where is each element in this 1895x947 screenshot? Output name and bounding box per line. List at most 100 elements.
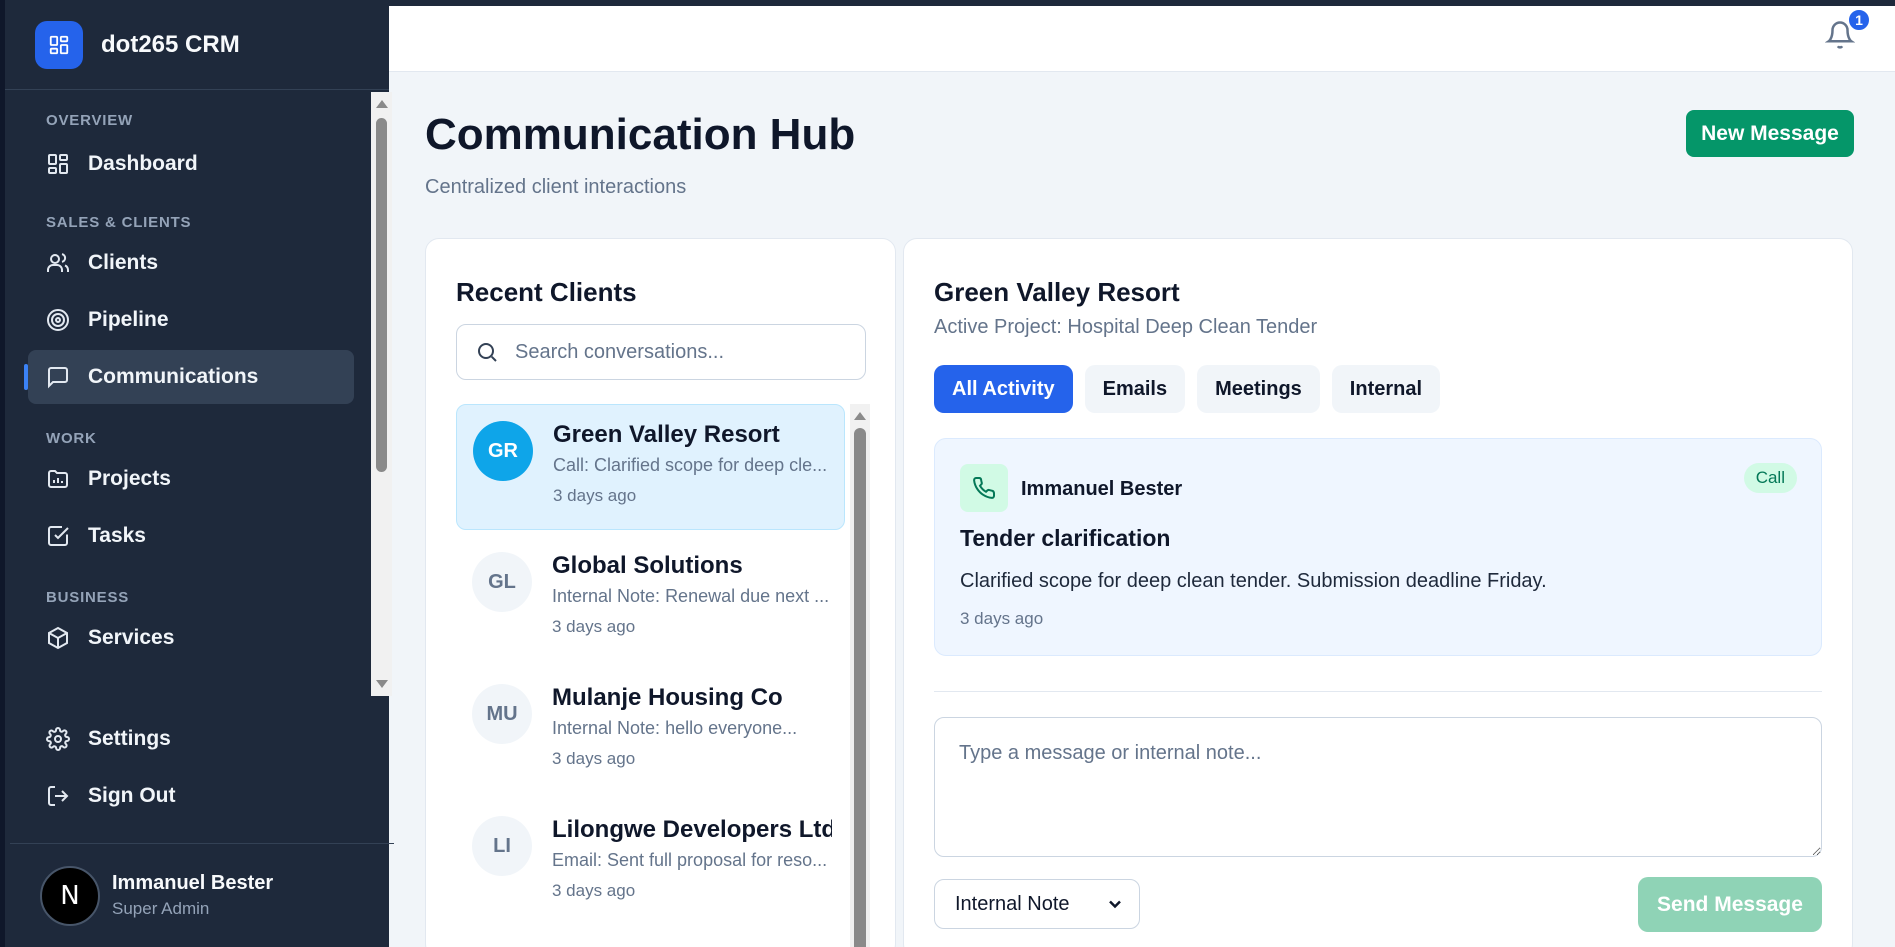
nav-section-sales-clients: SALES & CLIENTS — [46, 214, 192, 231]
sidebar: dot265 CRM OVERVIEW Dashboard SALES & CL… — [0, 0, 394, 947]
scroll-up-icon[interactable] — [376, 100, 388, 108]
dashboard-icon — [48, 154, 68, 174]
conversation-panel: Green Valley Resort Active Project: Hosp… — [903, 238, 1853, 947]
folder-chart-icon — [48, 470, 68, 488]
activity-body: Clarified scope for deep clean tender. S… — [960, 570, 1547, 592]
chevron-down-icon — [1109, 900, 1121, 909]
page-subtitle: Centralized client interactions — [425, 176, 687, 198]
sidebar-item-label: Communications — [88, 365, 259, 388]
activity-title: Tender clarification — [960, 525, 1171, 551]
user-profile[interactable]: N Immanuel Bester Super Admin — [10, 843, 394, 947]
recent-clients-panel: Recent Clients GR Green Valley Resort Ca… — [425, 238, 896, 947]
sidebar-item-clients[interactable]: Clients — [28, 236, 354, 290]
sidebar-item-label: Settings — [88, 727, 171, 750]
search-icon — [478, 343, 497, 362]
activity-tabs: All Activity Emails Meetings Internal — [934, 365, 1452, 413]
sidebar-item-label: Clients — [88, 251, 159, 274]
message-input[interactable] — [934, 717, 1822, 857]
sign-out-icon — [48, 786, 69, 806]
activity-card[interactable]: Immanuel Bester Call Tender clarificatio… — [934, 438, 1822, 656]
users-icon — [47, 253, 70, 272]
page-title: Communication Hub — [425, 110, 856, 159]
sidebar-bottom: Settings Sign Out — [10, 712, 394, 826]
new-message-button[interactable]: New Message — [1686, 110, 1854, 157]
sidebar-item-label: Projects — [88, 467, 171, 490]
sidebar-item-label: Tasks — [88, 524, 146, 547]
sidebar-scrollbar[interactable] — [371, 92, 392, 696]
scroll-up-icon[interactable] — [854, 412, 866, 420]
client-name: Mulanje Housing Co — [552, 684, 783, 711]
sidebar-item-settings[interactable]: Settings — [28, 712, 376, 766]
tab-emails[interactable]: Emails — [1084, 365, 1186, 413]
phone-icon — [960, 464, 1008, 512]
gear-icon — [46, 727, 70, 751]
sidebar-item-label: Pipeline — [88, 308, 169, 331]
list-item[interactable]: MU Mulanje Housing Co Internal Note: hel… — [456, 668, 845, 794]
client-time: 3 days ago — [552, 749, 636, 768]
user-name: Immanuel Bester — [112, 872, 274, 894]
tab-internal[interactable]: Internal — [1331, 365, 1441, 413]
nav-section-work: WORK — [46, 430, 97, 447]
target-icon — [47, 309, 69, 331]
client-list-scrollbar[interactable] — [850, 404, 870, 947]
list-item[interactable]: LI Lilongwe Developers Ltd Email: Sent f… — [456, 800, 845, 926]
conversation-client-name: Green Valley Resort — [934, 277, 1180, 307]
tab-all-activity[interactable]: All Activity — [934, 365, 1073, 413]
client-list[interactable]: GR Green Valley Resort Call: Clarified s… — [456, 404, 845, 932]
sidebar-item-communications[interactable]: Communications — [24, 350, 354, 404]
sidebar-item-pipeline[interactable]: Pipeline — [28, 293, 354, 347]
client-preview: Internal Note: hello everyone... — [552, 718, 798, 738]
scrollbar-thumb[interactable] — [376, 118, 387, 472]
client-preview: Email: Sent full proposal for reso... — [552, 850, 828, 870]
avatar: N — [40, 865, 100, 926]
notification-badge: 1 — [1847, 8, 1871, 32]
client-avatar: MU — [472, 684, 532, 744]
sidebar-item-label: Sign Out — [88, 784, 176, 807]
activity-time: 3 days ago — [960, 609, 1044, 628]
search-input[interactable] — [515, 340, 845, 364]
divider — [934, 691, 1822, 692]
activity-type-badge: Call — [1743, 463, 1797, 493]
sidebar-item-sign-out[interactable]: Sign Out — [28, 769, 376, 823]
top-bar: 1 — [389, 6, 1895, 72]
checkbox-icon — [48, 526, 69, 546]
app-name: dot265 CRM — [101, 30, 240, 58]
sidebar-nav[interactable]: OVERVIEW Dashboard SALES & CLIENTS Clien… — [10, 92, 372, 696]
client-avatar: GL — [472, 552, 532, 612]
sidebar-item-label: Services — [88, 626, 175, 649]
message-icon — [48, 367, 68, 389]
client-name: Lilongwe Developers Ltd — [552, 816, 832, 843]
scroll-down-icon[interactable] — [376, 680, 388, 688]
app-logo-icon — [35, 20, 83, 69]
nav-section-business: BUSINESS — [46, 589, 130, 606]
send-message-button[interactable]: Send Message — [1638, 877, 1822, 932]
list-item[interactable]: GR Green Valley Resort Call: Clarified s… — [456, 404, 845, 530]
activity-author: Immanuel Bester — [1021, 478, 1183, 500]
list-item[interactable]: GL Global Solutions Internal Note: Renew… — [456, 536, 845, 662]
client-time: 3 days ago — [553, 486, 637, 505]
package-icon — [48, 626, 68, 650]
tab-meetings[interactable]: Meetings — [1197, 365, 1320, 413]
user-role: Super Admin — [112, 899, 210, 918]
client-time: 3 days ago — [552, 881, 636, 900]
brand: dot265 CRM — [5, 0, 389, 90]
sidebar-item-projects[interactable]: Projects — [28, 452, 354, 506]
scrollbar-thumb[interactable] — [854, 428, 866, 947]
client-preview: Internal Note: Renewal due next ... — [552, 586, 830, 606]
panel-title: Recent Clients — [456, 277, 637, 307]
client-time: 3 days ago — [552, 617, 636, 636]
message-type-select[interactable]: Internal Note — [934, 879, 1140, 929]
active-project: Active Project: Hospital Deep Clean Tend… — [934, 316, 1318, 338]
sidebar-item-tasks[interactable]: Tasks — [28, 509, 354, 563]
message-type-value: Internal Note — [955, 892, 1070, 915]
sidebar-item-label: Dashboard — [88, 152, 198, 175]
client-avatar: GR — [473, 421, 533, 481]
sidebar-item-services[interactable]: Services — [28, 611, 354, 665]
client-name: Global Solutions — [552, 552, 743, 579]
client-avatar: LI — [472, 816, 532, 876]
client-name: Green Valley Resort — [553, 421, 780, 448]
sidebar-item-dashboard[interactable]: Dashboard — [28, 137, 354, 191]
nav-section-overview: OVERVIEW — [46, 112, 133, 129]
client-preview: Call: Clarified scope for deep cle... — [553, 455, 828, 475]
search-box[interactable] — [456, 324, 866, 380]
